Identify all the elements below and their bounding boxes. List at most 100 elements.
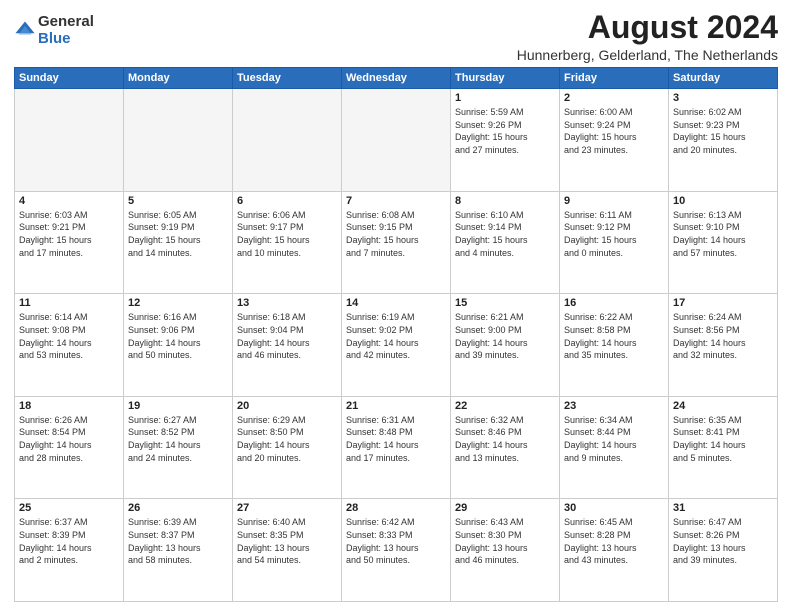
day-info: Sunrise: 6:03 AM Sunset: 9:21 PM Dayligh… xyxy=(19,209,119,259)
day-info: Sunrise: 6:19 AM Sunset: 9:02 PM Dayligh… xyxy=(346,311,446,361)
day-number: 10 xyxy=(673,195,773,207)
day-number: 19 xyxy=(128,400,228,412)
week-row-3: 11Sunrise: 6:14 AM Sunset: 9:08 PM Dayli… xyxy=(15,294,778,397)
day-info: Sunrise: 6:35 AM Sunset: 8:41 PM Dayligh… xyxy=(673,414,773,464)
week-row-2: 4Sunrise: 6:03 AM Sunset: 9:21 PM Daylig… xyxy=(15,191,778,294)
day-info: Sunrise: 6:27 AM Sunset: 8:52 PM Dayligh… xyxy=(128,414,228,464)
day-number: 20 xyxy=(237,400,337,412)
col-header-wednesday: Wednesday xyxy=(342,68,451,89)
day-number: 28 xyxy=(346,502,446,514)
day-info: Sunrise: 5:59 AM Sunset: 9:26 PM Dayligh… xyxy=(455,106,555,156)
day-cell xyxy=(124,89,233,192)
day-cell: 11Sunrise: 6:14 AM Sunset: 9:08 PM Dayli… xyxy=(15,294,124,397)
day-info: Sunrise: 6:34 AM Sunset: 8:44 PM Dayligh… xyxy=(564,414,664,464)
day-number: 26 xyxy=(128,502,228,514)
day-cell: 10 Sunrise: 6:13 AM Sunset: 9:10 PM Dayli… xyxy=(669,191,778,294)
page: General Blue August 2024 Hunnerberg, Gel… xyxy=(0,0,792,612)
day-cell: 7 Sunrise: 6:08 AM Sunset: 9:15 PM Daylig… xyxy=(342,191,451,294)
calendar-table: SundayMondayTuesdayWednesdayThursdayFrid… xyxy=(14,67,778,602)
day-cell: 1 Sunrise: 5:59 AM Sunset: 9:26 PM Daylig… xyxy=(451,89,560,192)
day-info: Sunrise: 6:42 AM Sunset: 8:33 PM Dayligh… xyxy=(346,516,446,566)
day-number: 31 xyxy=(673,502,773,514)
day-info: Sunrise: 6:18 AM Sunset: 9:04 PM Dayligh… xyxy=(237,311,337,361)
day-number: 7 xyxy=(346,195,446,207)
logo-blue: Blue xyxy=(38,31,94,48)
day-number: 24 xyxy=(673,400,773,412)
day-cell: 8Sunrise: 6:10 AM Sunset: 9:14 PM Daylig… xyxy=(451,191,560,294)
week-row-4: 18 Sunrise: 6:26 AM Sunset: 8:54 PM Dayli… xyxy=(15,396,778,499)
day-number: 3 xyxy=(673,92,773,104)
logo-text: General Blue xyxy=(38,14,94,47)
day-info: Sunrise: 6:05 AM Sunset: 9:19 PM Dayligh… xyxy=(128,209,228,259)
day-info: Sunrise: 6:40 AM Sunset: 8:35 PM Dayligh… xyxy=(237,516,337,566)
col-header-thursday: Thursday xyxy=(451,68,560,89)
day-info: Sunrise: 6:08 AM Sunset: 9:15 PM Dayligh… xyxy=(346,209,446,259)
day-info: Sunrise: 6:10 AM Sunset: 9:14 PM Dayligh… xyxy=(455,209,555,259)
col-header-monday: Monday xyxy=(124,68,233,89)
day-number: 25 xyxy=(19,502,119,514)
day-info: Sunrise: 6:02 AM Sunset: 9:23 PM Dayligh… xyxy=(673,106,773,156)
week-row-5: 25 Sunrise: 6:37 AM Sunset: 8:39 PM Dayli… xyxy=(15,499,778,602)
day-cell: 21Sunrise: 6:31 AM Sunset: 8:48 PM Dayli… xyxy=(342,396,451,499)
day-info: Sunrise: 6:39 AM Sunset: 8:37 PM Dayligh… xyxy=(128,516,228,566)
col-header-saturday: Saturday xyxy=(669,68,778,89)
day-info: Sunrise: 6:45 AM Sunset: 8:28 PM Dayligh… xyxy=(564,516,664,566)
col-header-friday: Friday xyxy=(560,68,669,89)
day-cell: 16 Sunrise: 6:22 AM Sunset: 8:58 PM Dayli… xyxy=(560,294,669,397)
day-cell xyxy=(342,89,451,192)
day-cell: 14 Sunrise: 6:19 AM Sunset: 9:02 PM Dayli… xyxy=(342,294,451,397)
day-info: Sunrise: 6:13 AM Sunset: 9:10 PM Dayligh… xyxy=(673,209,773,259)
day-info: Sunrise: 6:47 AM Sunset: 8:26 PM Dayligh… xyxy=(673,516,773,566)
day-cell: 5 Sunrise: 6:05 AM Sunset: 9:19 PM Daylig… xyxy=(124,191,233,294)
day-info: Sunrise: 6:16 AM Sunset: 9:06 PM Dayligh… xyxy=(128,311,228,361)
day-info: Sunrise: 6:37 AM Sunset: 8:39 PM Dayligh… xyxy=(19,516,119,566)
day-info: Sunrise: 6:26 AM Sunset: 8:54 PM Dayligh… xyxy=(19,414,119,464)
day-number: 18 xyxy=(19,400,119,412)
day-number: 22 xyxy=(455,400,555,412)
day-info: Sunrise: 6:21 AM Sunset: 9:00 PM Dayligh… xyxy=(455,311,555,361)
day-number: 29 xyxy=(455,502,555,514)
day-number: 23 xyxy=(564,400,664,412)
day-number: 5 xyxy=(128,195,228,207)
logo-icon xyxy=(14,20,36,42)
day-info: Sunrise: 6:32 AM Sunset: 8:46 PM Dayligh… xyxy=(455,414,555,464)
col-header-sunday: Sunday xyxy=(15,68,124,89)
day-cell: 23 Sunrise: 6:34 AM Sunset: 8:44 PM Dayli… xyxy=(560,396,669,499)
day-cell: 25 Sunrise: 6:37 AM Sunset: 8:39 PM Dayli… xyxy=(15,499,124,602)
day-number: 12 xyxy=(128,297,228,309)
day-number: 14 xyxy=(346,297,446,309)
day-cell: 4Sunrise: 6:03 AM Sunset: 9:21 PM Daylig… xyxy=(15,191,124,294)
day-info: Sunrise: 6:06 AM Sunset: 9:17 PM Dayligh… xyxy=(237,209,337,259)
logo: General Blue xyxy=(14,14,94,47)
day-cell: 28 Sunrise: 6:42 AM Sunset: 8:33 PM Dayli… xyxy=(342,499,451,602)
day-number: 2 xyxy=(564,92,664,104)
day-number: 13 xyxy=(237,297,337,309)
day-cell: 2Sunrise: 6:00 AM Sunset: 9:24 PM Daylig… xyxy=(560,89,669,192)
day-number: 21 xyxy=(346,400,446,412)
day-info: Sunrise: 6:22 AM Sunset: 8:58 PM Dayligh… xyxy=(564,311,664,361)
day-cell: 18 Sunrise: 6:26 AM Sunset: 8:54 PM Dayli… xyxy=(15,396,124,499)
day-cell: 27Sunrise: 6:40 AM Sunset: 8:35 PM Dayli… xyxy=(233,499,342,602)
day-number: 9 xyxy=(564,195,664,207)
day-info: Sunrise: 6:43 AM Sunset: 8:30 PM Dayligh… xyxy=(455,516,555,566)
day-cell: 13 Sunrise: 6:18 AM Sunset: 9:04 PM Dayli… xyxy=(233,294,342,397)
header-row: SundayMondayTuesdayWednesdayThursdayFrid… xyxy=(15,68,778,89)
day-cell xyxy=(233,89,342,192)
day-cell: 20 Sunrise: 6:29 AM Sunset: 8:50 PM Dayli… xyxy=(233,396,342,499)
logo-general: General xyxy=(38,14,94,31)
day-info: Sunrise: 6:11 AM Sunset: 9:12 PM Dayligh… xyxy=(564,209,664,259)
day-info: Sunrise: 6:24 AM Sunset: 8:56 PM Dayligh… xyxy=(673,311,773,361)
header: General Blue August 2024 Hunnerberg, Gel… xyxy=(14,10,778,63)
location: Hunnerberg, Gelderland, The Netherlands xyxy=(517,47,778,63)
day-number: 1 xyxy=(455,92,555,104)
day-cell: 9 Sunrise: 6:11 AM Sunset: 9:12 PM Daylig… xyxy=(560,191,669,294)
day-cell: 6Sunrise: 6:06 AM Sunset: 9:17 PM Daylig… xyxy=(233,191,342,294)
day-cell: 31 Sunrise: 6:47 AM Sunset: 8:26 PM Dayli… xyxy=(669,499,778,602)
day-info: Sunrise: 6:29 AM Sunset: 8:50 PM Dayligh… xyxy=(237,414,337,464)
day-cell: 24 Sunrise: 6:35 AM Sunset: 8:41 PM Dayli… xyxy=(669,396,778,499)
day-number: 16 xyxy=(564,297,664,309)
day-cell xyxy=(15,89,124,192)
day-number: 15 xyxy=(455,297,555,309)
day-cell: 30Sunrise: 6:45 AM Sunset: 8:28 PM Dayli… xyxy=(560,499,669,602)
col-header-tuesday: Tuesday xyxy=(233,68,342,89)
